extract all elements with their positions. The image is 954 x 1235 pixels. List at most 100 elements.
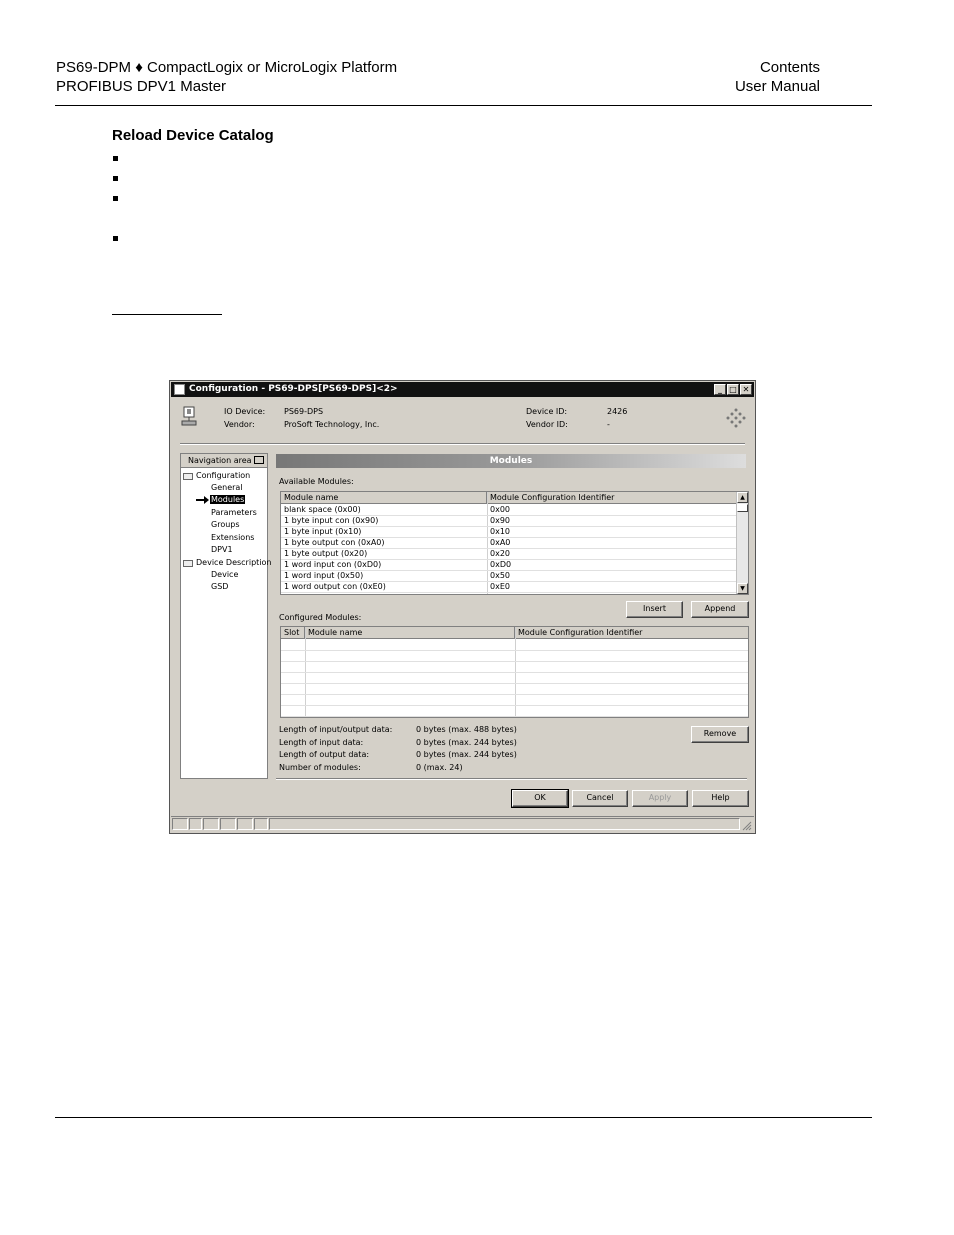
bullet-4 bbox=[113, 236, 118, 241]
navigation-header-label: Navigation area bbox=[188, 456, 252, 465]
table-row[interactable]: 1 byte input (0x10) 0x10 bbox=[281, 527, 748, 538]
config-id-cell: 0xA0 bbox=[490, 538, 511, 547]
module-name-cell: 1 byte output (0x20) bbox=[284, 549, 368, 558]
configuration-dialog: Configuration - PS69-DPS[PS69-DPS]<2> _ … bbox=[169, 380, 756, 834]
nav-item-parameters[interactable]: Parameters bbox=[211, 508, 257, 517]
table-row[interactable]: 1 byte output con (0xA0) 0xA0 bbox=[281, 538, 748, 549]
table-row[interactable]: blank space (0x00) 0x00 bbox=[281, 505, 748, 516]
available-modules-table: Module name Module Configuration Identif… bbox=[280, 491, 749, 595]
vertical-scrollbar[interactable]: ▲ ▼ bbox=[736, 492, 748, 594]
table-row[interactable] bbox=[281, 662, 748, 673]
stat-output-length-label: Length of output data: bbox=[279, 750, 370, 759]
module-name-cell: 1 word input (0x50) bbox=[284, 571, 364, 580]
underline-mark bbox=[112, 314, 222, 315]
header-right: Contents User Manual bbox=[735, 58, 820, 96]
table-row[interactable]: 1 word output con (0xE0) 0xE0 bbox=[281, 582, 748, 593]
section-title: Reload Device Catalog bbox=[112, 127, 274, 144]
footer-rule bbox=[55, 1117, 872, 1118]
vendor-label: Vendor: bbox=[224, 420, 255, 429]
nav-item-dpv1[interactable]: DPV1 bbox=[211, 545, 233, 554]
column-header-module-name[interactable]: Module name bbox=[281, 492, 487, 504]
module-name-cell: blank space (0x00) bbox=[284, 505, 361, 514]
configured-modules-table: Slot Module name Module Configuration Id… bbox=[280, 626, 749, 718]
vendor-value: ProSoft Technology, Inc. bbox=[284, 420, 380, 429]
nav-item-groups[interactable]: Groups bbox=[211, 520, 240, 529]
nav-item-modules-label: Modules bbox=[210, 495, 246, 504]
nav-device-description[interactable]: Device Description bbox=[196, 558, 271, 567]
arrow-right-icon bbox=[196, 496, 209, 504]
column-header-config-id[interactable]: Module Configuration Identifier bbox=[487, 492, 738, 504]
config-id-cell: 0x20 bbox=[490, 549, 511, 558]
insert-button[interactable]: Insert bbox=[626, 601, 683, 618]
table-row[interactable]: 1 word input (0x50) 0x50 bbox=[281, 571, 748, 582]
nav-item-gsd[interactable]: GSD bbox=[211, 582, 228, 591]
io-device-label: IO Device: bbox=[224, 407, 266, 416]
apply-button[interactable]: Apply bbox=[632, 790, 688, 807]
status-pane bbox=[203, 818, 219, 830]
table-row[interactable]: 1 byte input con (0x90) 0x90 bbox=[281, 516, 748, 527]
table-row[interactable]: 1 word input con (0xD0) 0xD0 bbox=[281, 560, 748, 571]
status-pane bbox=[237, 818, 253, 830]
stat-input-length-value: 0 bytes (max. 244 bytes) bbox=[416, 738, 517, 747]
stat-modules-count-label: Number of modules: bbox=[279, 763, 361, 772]
panel-title: Modules bbox=[276, 454, 746, 468]
app-icon bbox=[174, 384, 185, 395]
dialog-titlebar: Configuration - PS69-DPS[PS69-DPS]<2> _ … bbox=[171, 382, 754, 397]
column-header-slot[interactable]: Slot bbox=[281, 627, 305, 639]
device-id-label: Device ID: bbox=[526, 407, 568, 416]
maximize-button[interactable]: □ bbox=[727, 384, 739, 395]
status-pane bbox=[254, 818, 268, 830]
scroll-thumb[interactable] bbox=[737, 504, 748, 512]
resize-grip-icon[interactable] bbox=[742, 821, 752, 831]
io-device-value: PS69-DPS bbox=[284, 407, 324, 416]
navigation-header: Navigation area bbox=[181, 454, 267, 468]
module-name-cell: 1 word input con (0xD0) bbox=[284, 560, 382, 569]
available-modules-label: Available Modules: bbox=[279, 477, 354, 486]
column-header-config-id[interactable]: Module Configuration Identifier bbox=[515, 627, 748, 639]
module-name-cell: 1 byte input con (0x90) bbox=[284, 516, 379, 525]
status-pane bbox=[269, 818, 740, 830]
header-rule bbox=[55, 105, 872, 106]
nav-item-modules[interactable]: Modules bbox=[210, 495, 246, 504]
table-row[interactable] bbox=[281, 706, 748, 717]
cancel-button[interactable]: Cancel bbox=[572, 790, 628, 807]
append-button[interactable]: Append bbox=[691, 601, 749, 618]
bullet-2 bbox=[113, 176, 118, 181]
table-row[interactable]: 1 byte output (0x20) 0x20 bbox=[281, 549, 748, 560]
connection-icon bbox=[172, 818, 188, 830]
dialog-title: Configuration - PS69-DPS[PS69-DPS]<2> bbox=[189, 384, 398, 394]
window-icon[interactable] bbox=[254, 456, 264, 464]
table-row[interactable] bbox=[281, 651, 748, 662]
nav-item-device[interactable]: Device bbox=[211, 570, 238, 579]
header-section: Contents bbox=[759, 59, 820, 76]
configured-modules-label: Configured Modules: bbox=[279, 613, 362, 622]
folder-icon bbox=[183, 473, 193, 480]
header-product-line: PS69-DPM ♦ CompactLogix or MicroLogix Pl… bbox=[56, 59, 398, 76]
stat-modules-count-value: 0 (max. 24) bbox=[416, 763, 463, 772]
vendor-id-value: - bbox=[607, 420, 610, 429]
footer-separator bbox=[276, 778, 747, 780]
config-id-cell: 0x10 bbox=[490, 527, 511, 536]
bullet-1 bbox=[113, 156, 118, 161]
nav-configuration[interactable]: Configuration bbox=[196, 471, 250, 480]
folder-icon bbox=[183, 560, 193, 567]
remove-button[interactable]: Remove bbox=[691, 726, 749, 743]
table-row[interactable] bbox=[281, 695, 748, 706]
config-id-cell: 0x00 bbox=[490, 505, 511, 514]
module-name-cell: 1 byte output con (0xA0) bbox=[284, 538, 385, 547]
table-row[interactable] bbox=[281, 673, 748, 684]
header-left: PS69-DPM ♦ CompactLogix or MicroLogix Pl… bbox=[56, 58, 397, 96]
ok-button[interactable]: OK bbox=[511, 789, 569, 808]
status-bar bbox=[171, 816, 754, 832]
close-button[interactable]: ✕ bbox=[740, 384, 752, 395]
minimize-button[interactable]: _ bbox=[714, 384, 726, 395]
scroll-down-icon[interactable]: ▼ bbox=[737, 583, 748, 594]
config-id-cell: 0x90 bbox=[490, 516, 511, 525]
table-row[interactable] bbox=[281, 640, 748, 651]
nav-item-general[interactable]: General bbox=[211, 483, 243, 492]
scroll-up-icon[interactable]: ▲ bbox=[737, 492, 748, 503]
column-header-module-name[interactable]: Module name bbox=[305, 627, 515, 639]
table-row[interactable] bbox=[281, 684, 748, 695]
nav-item-extensions[interactable]: Extensions bbox=[211, 533, 254, 542]
help-button[interactable]: Help bbox=[692, 790, 749, 807]
